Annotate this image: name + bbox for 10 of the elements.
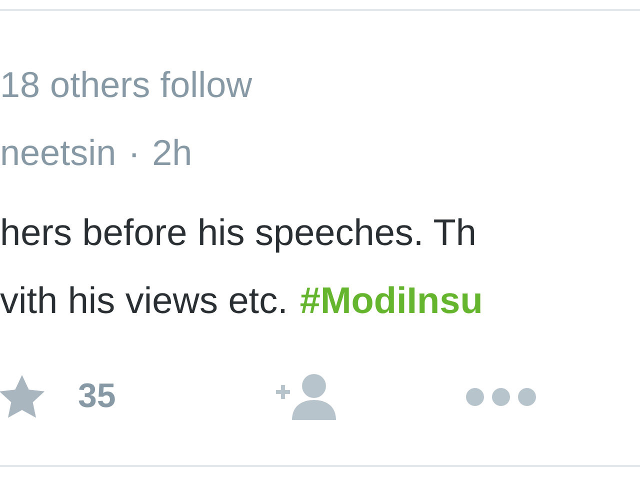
more-icon[interactable]	[465, 386, 537, 406]
star-icon[interactable]	[0, 374, 46, 420]
tweet-time[interactable]: 2h	[152, 131, 192, 175]
tweet-text: hers before his speeches. Th	[0, 211, 478, 255]
author-handle[interactable]: neetsin	[0, 131, 116, 175]
tweet-text: vith his views etc.	[0, 279, 288, 323]
social-context: 18 others follow	[0, 63, 254, 107]
separator: ·	[128, 131, 140, 175]
hashtag-link[interactable]: #ModiInsu	[300, 267, 483, 335]
favorite-count: 35	[78, 376, 116, 417]
